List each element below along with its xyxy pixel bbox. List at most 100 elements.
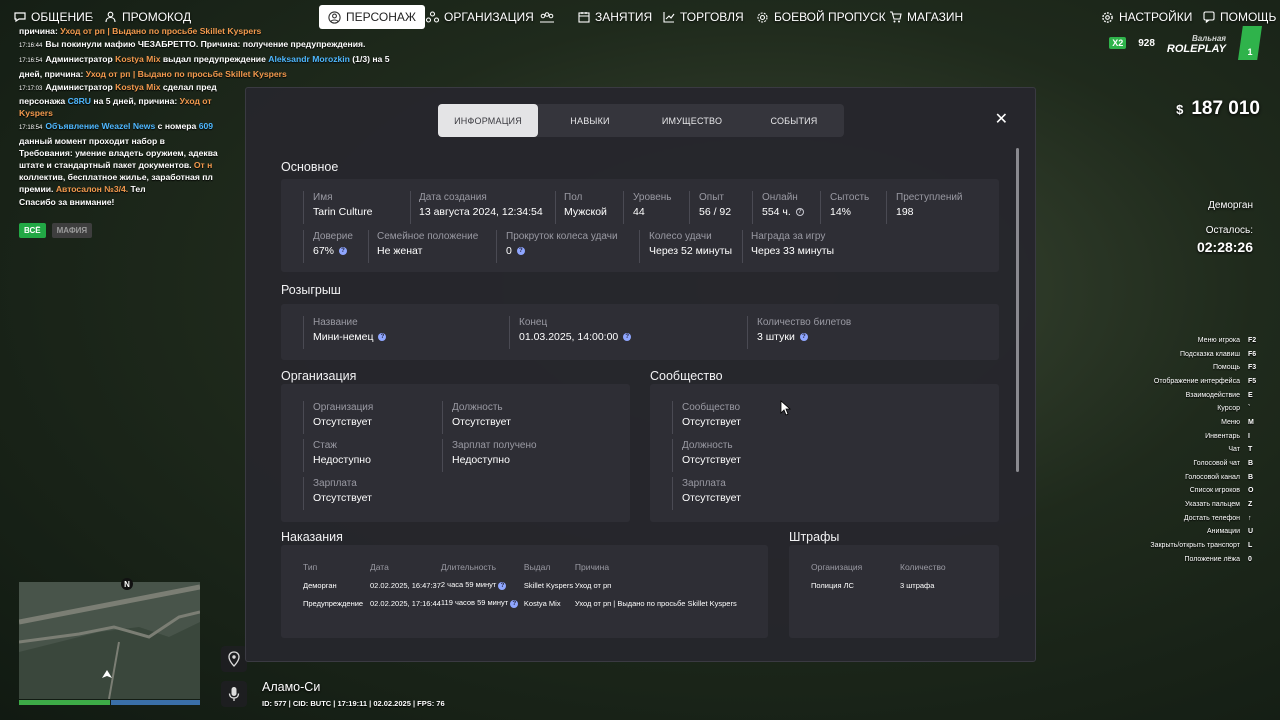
field-family: Семейное положение Не женат (377, 231, 479, 257)
demorgan-timer: 02:28:26 (1196, 239, 1253, 255)
keybind-label: Отображение интерфейса (1153, 377, 1240, 385)
nav-battlepass[interactable]: БОЕВОЙ ПРОПУСК (754, 5, 888, 29)
info-icon[interactable]: ? (799, 333, 808, 341)
nav-organization[interactable]: ОРГАНИЗАЦИЯ (424, 5, 536, 29)
table-row: Предупреждение 02.02.2025, 17:16:44 119 … (303, 598, 737, 608)
nav-trade[interactable]: ТОРГОВЛЯ (661, 5, 746, 29)
keybind-label: Указать пальцем (1185, 500, 1240, 508)
keybind-key: Z (1248, 500, 1253, 508)
nav-shop-label: МАГАЗИН (907, 10, 964, 24)
nav-character-label: ПЕРСОНАЖ (346, 10, 416, 24)
scrollbar[interactable] (1016, 148, 1019, 472)
nav-activities[interactable]: ЗАНЯТИЯ (576, 5, 654, 29)
table-row: Деморган 02.02.2025, 16:47:37 2 часа 59 … (303, 580, 612, 590)
chat-message: 17:16:54 Администратор Kostya Mix выдал п… (19, 54, 390, 79)
keybind-key: ↑ (1248, 514, 1252, 522)
raffle-card: Название Мини-немец? Конец 01.03.2025, 14:… (281, 304, 999, 360)
keybind-label: Меню (1221, 418, 1240, 426)
punishments-table: Тип Дата Длительность Выдал Причина Демо… (303, 558, 755, 612)
people-icon (104, 11, 117, 23)
nav-family[interactable] (537, 5, 557, 29)
chat-tab-all[interactable]: ВСЁ (19, 223, 46, 238)
keybind-label: Подсказка клавиш (1179, 350, 1240, 358)
info-icon[interactable]: ? (623, 333, 632, 341)
field-community: Сообщество Отсутствует (682, 402, 741, 428)
field-org: Организация Отсутствует (313, 402, 374, 428)
close-button[interactable]: ✕ (995, 112, 1008, 128)
info-icon[interactable]: ? (516, 247, 525, 255)
keybind-row: Отображение интерфейса F5 (1150, 375, 1258, 389)
info-icon[interactable]: ? (498, 582, 507, 590)
tab-skills[interactable]: НАВЫКИ (540, 104, 640, 137)
tab-property[interactable]: ИМУЩЕСТВО (642, 104, 742, 137)
field-community-salary: Зарплата Отсутствует (682, 478, 741, 504)
nav-trade-label: ТОРГОВЛЯ (680, 10, 744, 24)
group-icon (539, 11, 555, 23)
field-crimes: Преступлений 198 (896, 192, 963, 218)
x2-badge: X2 (1109, 37, 1127, 49)
keybind-key: F6 (1248, 350, 1257, 358)
community-card: Сообщество Отсутствует Должность Отсутству… (650, 384, 999, 522)
keybind-label: Голосовой канал (1185, 473, 1240, 481)
panel-tabs: ИНФОРМАЦИЯ НАВЫКИ ИМУЩЕСТВО СОБЫТИЯ (438, 104, 844, 137)
keybind-key: ` (1248, 405, 1251, 413)
table-row: Полиция ЛС 3 штрафа (811, 580, 935, 590)
keybind-label: Взаимодействие (1185, 391, 1240, 399)
table-header-row: Организация Количество (811, 562, 946, 572)
organization-card: Организация Отсутствует Должность Отсутств… (281, 384, 630, 522)
chat-message: 17:16:44 Вы покинули мафию ЧЕЗАБРЕТТО. Пр… (19, 39, 366, 50)
field-online: Онлайн 554 ч.? (762, 192, 804, 218)
keybind-key: T (1248, 446, 1253, 454)
keybind-label: Положение лёжа (1184, 555, 1241, 563)
info-icon[interactable]: ? (795, 208, 804, 216)
keybind-row: Курсор ` (1150, 402, 1258, 416)
field-level: Уровень 44 (633, 192, 672, 218)
tab-events[interactable]: СОБЫТИЯ (744, 104, 844, 137)
nav-battlepass-label: БОЕВОЙ ПРОПУСК (774, 10, 886, 24)
keybind-key: L (1248, 541, 1253, 549)
keybind-row: Меню M (1150, 416, 1258, 430)
section-title-fines: Штрафы (789, 530, 840, 544)
map-pin-icon (228, 651, 240, 667)
demorgan-label: Деморган (1208, 200, 1253, 211)
section-title-basic: Основное (281, 160, 339, 174)
keybind-label: Голосовой чат (1193, 459, 1240, 467)
field-wheel: Колесо удачи Через 52 минуты (649, 231, 733, 257)
nav-activities-label: ЗАНЯТИЯ (595, 10, 653, 24)
chart-icon (663, 11, 675, 23)
keybind-label: Чат (1228, 446, 1240, 454)
field-raffle-name: Название Мини-немец? (313, 317, 387, 343)
microphone-button[interactable] (221, 681, 247, 707)
info-icon[interactable]: ? (339, 247, 348, 255)
keybind-key: F3 (1248, 364, 1257, 372)
help-bubble-icon (1203, 11, 1215, 23)
keybind-row: Инвентарь I (1150, 430, 1258, 444)
keybind-row: Указать пальцем Z (1150, 498, 1258, 512)
keybind-label: Меню игрока (1197, 337, 1240, 344)
gear-badge-icon (756, 11, 769, 24)
keybind-row: Взаимодействие E (1150, 389, 1258, 403)
tab-information[interactable]: ИНФОРМАЦИЯ (438, 104, 538, 137)
nav-promo-label: ПРОМОКОД (122, 10, 192, 24)
info-icon[interactable]: ? (378, 333, 387, 341)
keybind-key: 0 (1248, 555, 1252, 563)
keybind-row: Голосовой канал B (1150, 471, 1258, 485)
field-created: Дата создания 13 августа 2024, 12:34:54 (419, 192, 543, 218)
field-org-salaries: Зарплат получено Недоступно (452, 440, 537, 466)
keybind-key: M (1248, 418, 1254, 426)
keybind-row: Меню игрока F2 (1150, 334, 1258, 348)
waypoint-button[interactable] (221, 646, 247, 672)
character-panel: ИНФОРМАЦИЯ НАВЫКИ ИМУЩЕСТВО СОБЫТИЯ ✕ Ос… (245, 87, 1036, 662)
info-icon[interactable]: ? (510, 600, 519, 608)
nav-chat-label: ОБЩЕНИЕ (31, 10, 93, 24)
status-line: ID: 577 | CID: BUTC | 17:19:11 | 02.02.2… (262, 699, 445, 708)
keybind-label: Курсор (1217, 405, 1240, 413)
north-indicator: N (121, 578, 133, 590)
chat-tab-mafia[interactable]: МАФИЯ (51, 223, 93, 238)
chat-message: причина: Уход от рп | Выдано по просьбе … (19, 26, 262, 36)
section-title-organization: Организация (281, 369, 357, 383)
currency-symbol: $ (1176, 102, 1184, 117)
field-raffle-end: Конец 01.03.2025, 14:00:00? (519, 317, 632, 343)
keybind-label: Закрыть/открыть транспорт (1150, 541, 1240, 549)
nav-shop[interactable]: МАГАЗИН (887, 5, 965, 29)
